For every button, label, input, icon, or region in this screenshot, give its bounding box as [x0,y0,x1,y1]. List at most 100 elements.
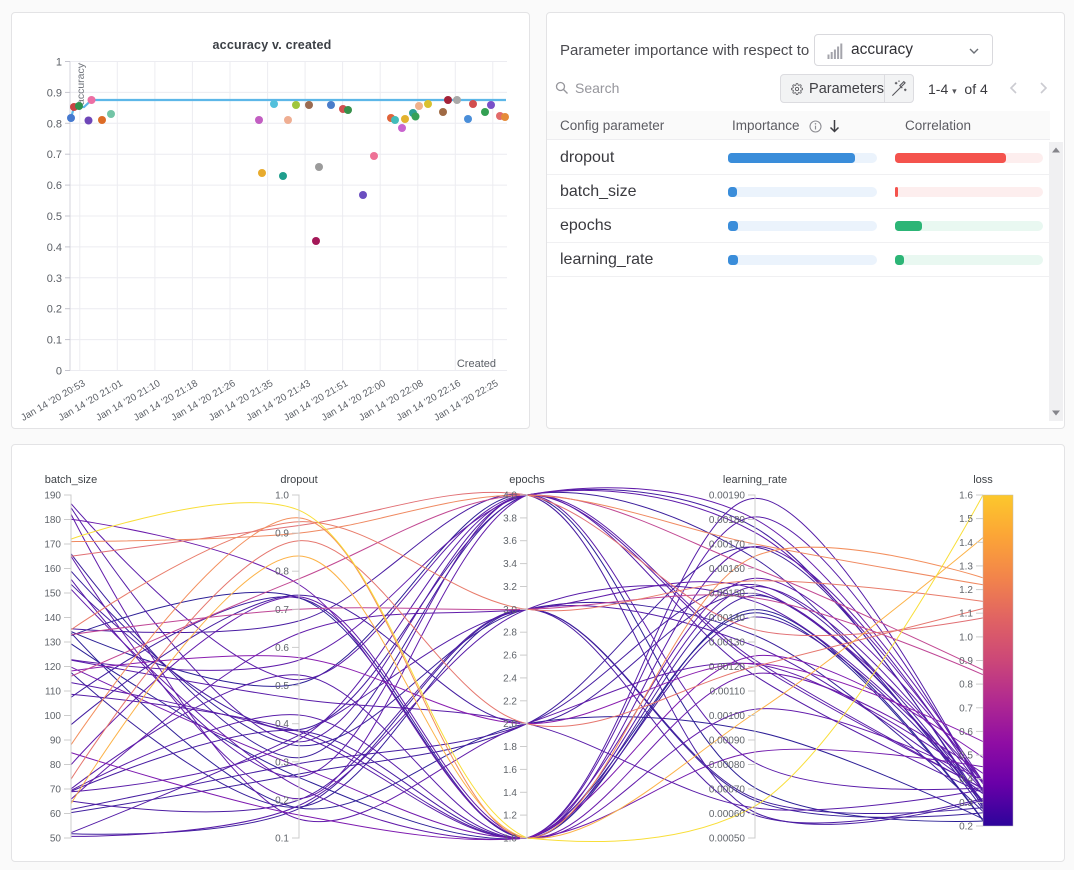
svg-text:0.4: 0.4 [959,774,973,785]
svg-text:dropout: dropout [280,474,317,486]
svg-text:0.00090: 0.00090 [709,736,746,747]
svg-text:2.6: 2.6 [503,651,517,662]
svg-text:0.00120: 0.00120 [709,662,746,673]
svg-text:0.00190: 0.00190 [709,491,746,502]
svg-text:Jan 14 '20 21:26: Jan 14 '20 21:26 [170,378,238,424]
svg-text:Jan 14 '20 21:10: Jan 14 '20 21:10 [94,378,162,424]
svg-text:100: 100 [44,711,61,722]
svg-text:0.00070: 0.00070 [709,785,746,796]
svg-text:0.3: 0.3 [275,757,289,768]
svg-text:0.9: 0.9 [47,87,62,99]
svg-text:epochs: epochs [509,474,545,486]
svg-text:0.8: 0.8 [959,680,973,691]
svg-text:0.00160: 0.00160 [709,564,746,575]
svg-text:140: 140 [44,613,61,624]
svg-text:3.2: 3.2 [503,582,517,593]
svg-text:3.4: 3.4 [503,559,517,570]
svg-text:Jan 14 '20 20:53: Jan 14 '20 20:53 [19,378,87,424]
svg-text:0.4: 0.4 [275,719,289,730]
svg-text:1.0: 1.0 [503,834,517,845]
svg-text:Jan 14 '20 22:16: Jan 14 '20 22:16 [395,378,463,424]
svg-text:Jan 14 '20 22:00: Jan 14 '20 22:00 [320,378,388,424]
svg-text:0.7: 0.7 [959,703,973,714]
svg-text:0.00140: 0.00140 [709,613,746,624]
svg-text:150: 150 [44,589,61,600]
svg-text:0.00150: 0.00150 [709,589,746,600]
svg-text:0.00080: 0.00080 [709,760,746,771]
svg-text:0.00180: 0.00180 [709,515,746,526]
svg-text:0.9: 0.9 [275,529,289,540]
svg-text:loss: loss [973,474,993,486]
svg-text:batch_size: batch_size [45,474,98,486]
svg-text:120: 120 [44,662,61,673]
svg-text:70: 70 [50,785,62,796]
svg-text:2.0: 2.0 [503,719,517,730]
svg-text:0: 0 [56,366,62,378]
svg-text:1.4: 1.4 [503,788,517,799]
svg-text:learning_rate: learning_rate [723,474,787,486]
svg-text:1.0: 1.0 [959,632,973,643]
svg-text:170: 170 [44,540,61,551]
svg-text:160: 160 [44,564,61,575]
svg-text:0.1: 0.1 [275,834,289,845]
svg-text:Jan 14 '20 22:08: Jan 14 '20 22:08 [357,378,425,424]
svg-text:0.00130: 0.00130 [709,638,746,649]
svg-text:accuracy v. created: accuracy v. created [213,38,332,52]
svg-text:180: 180 [44,515,61,526]
svg-text:0.00060: 0.00060 [709,809,746,820]
svg-text:2.8: 2.8 [503,628,517,639]
svg-text:80: 80 [50,760,62,771]
svg-text:0.5: 0.5 [47,211,62,223]
svg-text:3.6: 3.6 [503,536,517,547]
svg-text:50: 50 [50,834,62,845]
svg-text:0.4: 0.4 [47,242,62,254]
svg-text:60: 60 [50,809,62,820]
svg-text:accuracy: accuracy [75,62,87,105]
svg-text:0.8: 0.8 [275,567,289,578]
svg-text:Jan 14 '20 21:18: Jan 14 '20 21:18 [132,378,200,424]
svg-text:Created: Created [457,358,496,370]
svg-text:4.0: 4.0 [503,491,517,502]
svg-text:0.00100: 0.00100 [709,711,746,722]
svg-text:Jan 14 '20 22:25: Jan 14 '20 22:25 [432,378,500,424]
svg-text:1.8: 1.8 [503,742,517,753]
svg-text:1: 1 [56,57,62,69]
svg-text:110: 110 [45,687,61,698]
svg-text:1.3: 1.3 [959,561,973,572]
svg-text:1.5: 1.5 [959,514,973,525]
svg-text:0.6: 0.6 [275,643,289,654]
svg-text:0.5: 0.5 [959,751,973,762]
svg-text:Jan 14 '20 21:35: Jan 14 '20 21:35 [207,378,275,424]
svg-text:0.00170: 0.00170 [709,540,746,551]
svg-text:Jan 14 '20 21:51: Jan 14 '20 21:51 [282,378,350,424]
svg-text:0.6: 0.6 [47,180,62,192]
svg-text:3.0: 3.0 [503,605,517,616]
svg-text:1.6: 1.6 [959,491,973,502]
svg-text:Jan 14 '20 21:01: Jan 14 '20 21:01 [57,378,125,424]
svg-text:1.6: 1.6 [503,765,517,776]
svg-text:Jan 14 '20 21:43: Jan 14 '20 21:43 [245,378,313,424]
svg-text:2.2: 2.2 [503,696,517,707]
svg-text:0.2: 0.2 [275,795,289,806]
svg-text:2.4: 2.4 [503,673,517,684]
svg-text:0.2: 0.2 [47,304,62,316]
svg-text:0.9: 0.9 [959,656,973,667]
svg-text:3.8: 3.8 [503,513,517,524]
svg-text:0.00050: 0.00050 [709,834,746,845]
svg-text:1.4: 1.4 [959,538,973,549]
svg-text:0.7: 0.7 [47,149,62,161]
svg-text:0.5: 0.5 [275,681,289,692]
svg-text:190: 190 [44,491,61,502]
svg-text:130: 130 [44,638,61,649]
svg-text:0.2: 0.2 [959,822,973,833]
svg-text:0.00110: 0.00110 [710,687,746,698]
svg-text:1.2: 1.2 [959,585,973,596]
svg-text:0.1: 0.1 [47,335,62,347]
svg-text:0.3: 0.3 [47,273,62,285]
svg-text:90: 90 [50,736,62,747]
svg-text:1.1: 1.1 [959,609,973,620]
svg-text:1.2: 1.2 [503,811,517,822]
svg-text:0.8: 0.8 [47,118,62,130]
svg-text:0.7: 0.7 [275,605,289,616]
svg-text:0.3: 0.3 [959,798,973,809]
